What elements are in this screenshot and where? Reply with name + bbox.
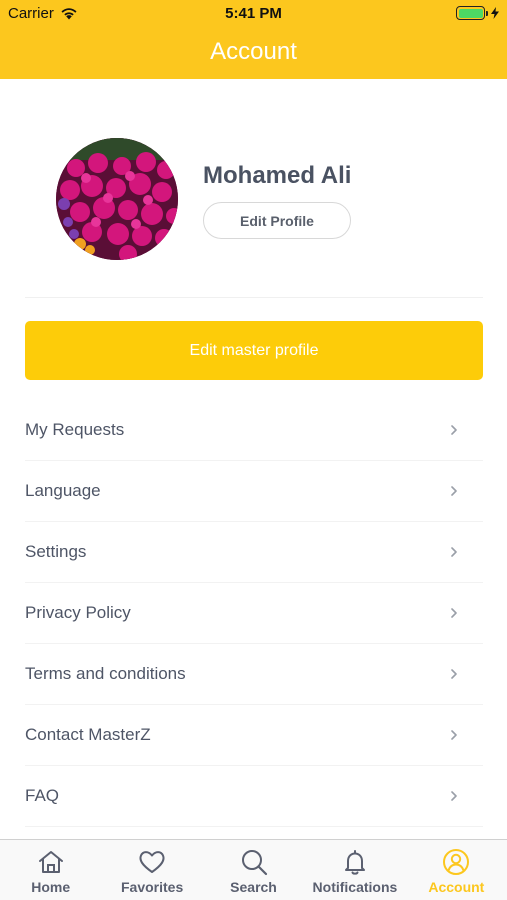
menu-item-contact[interactable]: Contact MasterZ	[25, 705, 483, 766]
menu-item-my-requests[interactable]: My Requests	[25, 400, 483, 461]
menu-item-terms[interactable]: Terms and conditions	[25, 644, 483, 705]
tab-account[interactable]: Account	[406, 840, 507, 900]
menu-item-label: Settings	[25, 542, 87, 561]
heart-icon	[139, 851, 165, 873]
menu-item-label: Terms and conditions	[25, 664, 186, 683]
account-menu: My Requests Language Settings Privacy Po…	[25, 400, 483, 827]
menu-item-faq[interactable]: FAQ	[25, 766, 483, 827]
profile-section: Mohamed Ali Edit Profile	[56, 138, 476, 262]
edit-profile-button[interactable]: Edit Profile	[203, 202, 351, 239]
chevron-right-icon	[451, 486, 457, 496]
edit-master-profile-button[interactable]: Edit master profile	[25, 321, 483, 380]
tab-bar: Home Favorites Search Notifications Acco…	[0, 839, 507, 900]
tab-label: Search	[230, 879, 277, 895]
chevron-right-icon	[451, 547, 457, 557]
chevron-right-icon	[451, 669, 457, 679]
tab-search[interactable]: Search	[203, 840, 304, 900]
user-icon	[443, 849, 470, 875]
clock: 5:41 PM	[225, 5, 282, 22]
charging-bolt-icon	[491, 7, 499, 19]
menu-item-language[interactable]: Language	[25, 461, 483, 522]
avatar-flowers-image	[56, 138, 178, 260]
chevron-right-icon	[451, 730, 457, 740]
profile-name: Mohamed Ali	[203, 162, 352, 189]
nav-header: Account	[0, 28, 507, 79]
menu-item-label: Language	[25, 481, 101, 500]
menu-item-label: Contact MasterZ	[25, 725, 151, 744]
search-icon	[241, 850, 267, 876]
tab-favorites[interactable]: Favorites	[101, 840, 202, 900]
bell-icon	[344, 850, 365, 875]
chevron-right-icon	[451, 791, 457, 801]
tab-label: Home	[31, 879, 71, 895]
chevron-right-icon	[451, 608, 457, 618]
menu-item-label: Privacy Policy	[25, 603, 131, 622]
page-title: Account	[210, 38, 297, 65]
menu-item-label: My Requests	[25, 420, 125, 439]
tab-notifications[interactable]: Notifications	[304, 840, 405, 900]
home-icon	[38, 851, 63, 873]
divider	[25, 297, 483, 298]
edit-master-profile-label: Edit master profile	[189, 341, 319, 359]
tab-label: Notifications	[312, 879, 398, 895]
tab-home[interactable]: Home	[0, 840, 101, 900]
menu-item-privacy-policy[interactable]: Privacy Policy	[25, 583, 483, 644]
status-bar: Carrier 5:41 PM	[0, 0, 507, 28]
battery-icon	[456, 6, 499, 20]
chevron-right-icon	[451, 425, 457, 435]
menu-item-label: FAQ	[25, 786, 60, 805]
tab-label: Favorites	[120, 879, 184, 895]
tab-label: Account	[428, 879, 485, 895]
avatar[interactable]	[56, 138, 178, 260]
menu-item-settings[interactable]: Settings	[25, 522, 483, 583]
